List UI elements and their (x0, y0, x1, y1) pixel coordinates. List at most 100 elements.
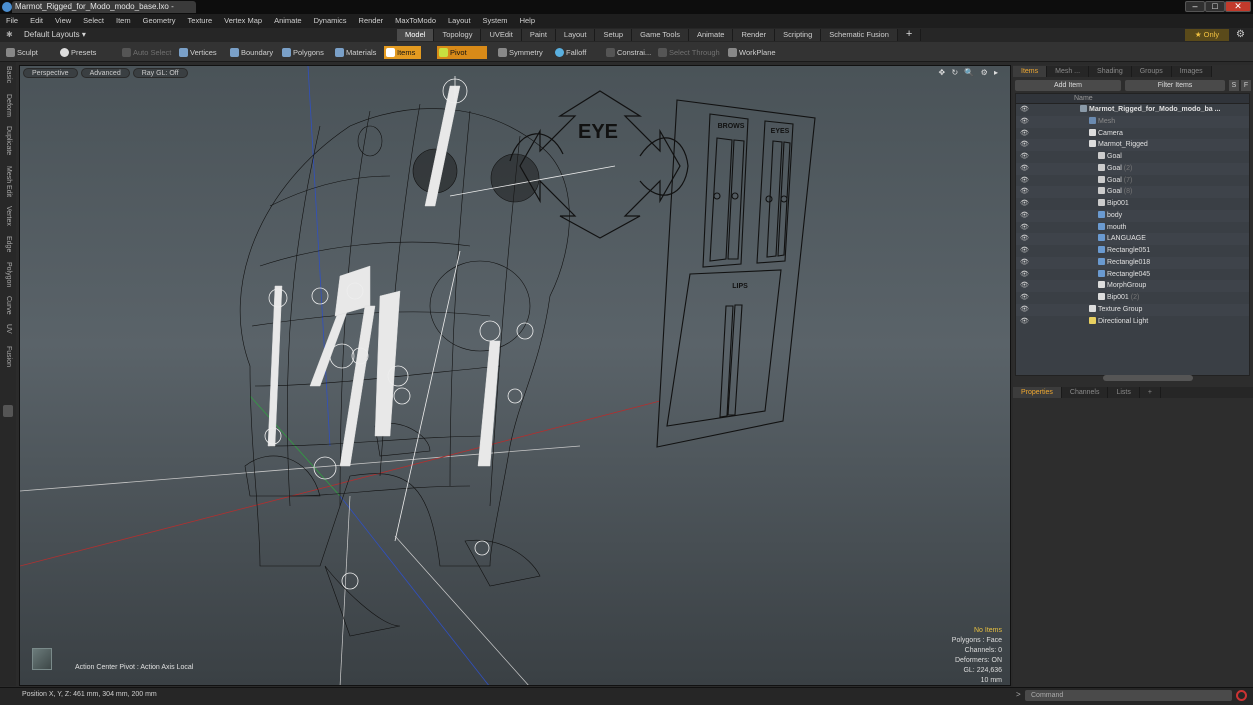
vertices-button[interactable]: Vertices (177, 46, 217, 59)
close-button[interactable]: ✕ (1225, 1, 1251, 12)
view-mode-dropdown[interactable]: Perspective (23, 68, 78, 78)
menu-help[interactable]: Help (514, 14, 541, 28)
tab-mesh-edit[interactable]: Mesh Edit (1, 166, 15, 197)
layout-tab-animate[interactable]: Animate (688, 29, 734, 41)
visibility-eye-icon[interactable]: 👁 (1020, 163, 1029, 175)
visibility-eye-icon[interactable]: 👁 (1020, 175, 1029, 187)
presets-button[interactable]: Presets (58, 46, 96, 59)
constrain-button[interactable]: Constrai... (604, 46, 651, 59)
panel-tab-lists[interactable]: Lists (1108, 387, 1140, 398)
boundary-button[interactable]: Boundary (228, 46, 273, 59)
menu-maxtomodo[interactable]: MaxToModo (389, 14, 442, 28)
add-layout-tab-button[interactable]: + (898, 29, 922, 41)
select-through-button[interactable]: Select Through (656, 46, 720, 59)
menu-file[interactable]: File (0, 14, 24, 28)
add-panel-tab-button[interactable]: + (1139, 387, 1161, 398)
panel-tab-images[interactable]: Images (1171, 66, 1212, 77)
layout-tab-schematic-fusion[interactable]: Schematic Fusion (821, 29, 898, 41)
tab-fusion[interactable]: Fusion (1, 346, 15, 367)
visibility-eye-icon[interactable]: 👁 (1020, 304, 1029, 316)
only-toggle-button[interactable]: ★ Only (1185, 29, 1229, 41)
visibility-eye-icon[interactable]: 👁 (1020, 198, 1029, 210)
visibility-eye-icon[interactable]: 👁 (1020, 316, 1029, 328)
menu-animate[interactable]: Animate (268, 14, 308, 28)
tree-row[interactable]: 👁 Camera (1016, 128, 1249, 140)
visibility-eye-icon[interactable]: 👁 (1020, 128, 1029, 140)
tab-edge[interactable]: Edge (1, 236, 15, 252)
tab-vertex[interactable]: Vertex (1, 206, 15, 226)
f-button[interactable]: F (1241, 80, 1251, 91)
visibility-eye-icon[interactable]: 👁 (1020, 104, 1029, 116)
tree-row[interactable]: 👁 Texture Group (1016, 303, 1249, 316)
tab-basic[interactable]: Basic (1, 66, 15, 83)
menu-item[interactable]: Item (110, 14, 137, 28)
raygl-toggle[interactable]: Ray GL: Off (132, 68, 188, 78)
tree-row[interactable]: 👁 Directional Light (1016, 316, 1249, 328)
layout-tab-render[interactable]: Render (733, 29, 776, 41)
tree-row[interactable]: 👁 body (1016, 209, 1249, 222)
panel-tab-items[interactable]: Items (1013, 66, 1048, 77)
menu-vertex-map[interactable]: Vertex Map (218, 14, 268, 28)
tree-row[interactable]: 👁 Goal (2) (1016, 162, 1249, 175)
auto-select-button[interactable]: Auto Select (120, 46, 171, 59)
pivot-button[interactable]: Pivot (437, 46, 487, 59)
tree-row[interactable]: 👁 Bip001 (1016, 198, 1249, 210)
falloff-button[interactable]: Falloff (553, 46, 586, 59)
filter-items-input[interactable]: Filter Items (1125, 80, 1225, 91)
sculpt-button[interactable]: Sculpt (4, 46, 38, 59)
maximize-button[interactable]: □ (1205, 1, 1225, 12)
tree-row[interactable]: 👁 Bip001 (2) (1016, 292, 1249, 304)
record-icon[interactable] (1236, 690, 1247, 701)
visibility-eye-icon[interactable]: 👁 (1020, 280, 1029, 292)
visibility-eye-icon[interactable]: 👁 (1020, 151, 1029, 163)
tree-row[interactable]: 👁 Goal (7) (1016, 175, 1249, 187)
menu-system[interactable]: System (477, 14, 514, 28)
3d-viewport[interactable]: EYE BROWS EYES LIPS Perspective Advanced… (19, 65, 1011, 686)
items-button[interactable]: Items (384, 46, 422, 59)
visibility-eye-icon[interactable]: 👁 (1020, 116, 1029, 128)
layout-tab-layout[interactable]: Layout (555, 29, 596, 41)
visibility-eye-icon[interactable]: 👁 (1020, 186, 1029, 198)
viewport-nav-icons[interactable]: ✥ ↻ 🔍 ⚙ ▸ (939, 68, 1000, 77)
menu-render[interactable]: Render (353, 14, 390, 28)
menu-view[interactable]: View (49, 14, 77, 28)
visibility-eye-icon[interactable]: 👁 (1020, 269, 1029, 281)
s-button[interactable]: S (1229, 80, 1239, 91)
layout-tab-game-tools[interactable]: Game Tools (632, 29, 689, 41)
item-tree[interactable]: Name 👁 Marmot_Rigged_for_Modo_modo_ba ...… (1015, 93, 1250, 376)
tree-row[interactable]: 👁 Mesh (1016, 115, 1249, 128)
visibility-eye-icon[interactable]: 👁 (1020, 233, 1029, 245)
tab-uv[interactable]: UV (1, 324, 15, 334)
minimize-button[interactable]: – (1185, 1, 1205, 12)
tree-row[interactable]: 👁 Marmot_Rigged (1016, 139, 1249, 151)
tree-row[interactable]: 👁 Rectangle051 (1016, 245, 1249, 257)
tree-row[interactable]: 👁 LANGUAGE (1016, 233, 1249, 245)
panel-tab-shading[interactable]: Shading (1089, 66, 1132, 77)
layout-tab-setup[interactable]: Setup (595, 29, 633, 41)
gear-icon[interactable]: ⚙ (1236, 29, 1245, 40)
menu-texture[interactable]: Texture (182, 14, 219, 28)
tab-duplicate[interactable]: Duplicate (1, 126, 15, 155)
tree-row[interactable]: 👁 Rectangle045 (1016, 269, 1249, 281)
visibility-eye-icon[interactable]: 👁 (1020, 292, 1029, 304)
menu-geometry[interactable]: Geometry (137, 14, 182, 28)
tab-polygon[interactable]: Polygon (1, 262, 15, 287)
panel-tab-properties[interactable]: Properties (1013, 387, 1062, 398)
menu-edit[interactable]: Edit (24, 14, 49, 28)
visibility-eye-icon[interactable]: 👁 (1020, 257, 1029, 269)
layout-tab-scripting[interactable]: Scripting (775, 29, 822, 41)
visibility-eye-icon[interactable]: 👁 (1020, 245, 1029, 257)
panel-grip[interactable] (3, 405, 13, 417)
tree-row[interactable]: 👁 Rectangle018 (1016, 256, 1249, 269)
menu-layout[interactable]: Layout (442, 14, 477, 28)
polygons-button[interactable]: Polygons (280, 46, 324, 59)
tree-row[interactable]: 👁 MorphGroup (1016, 280, 1249, 292)
tab-deform[interactable]: Deform (1, 94, 15, 117)
tree-scrollbar[interactable] (1103, 375, 1193, 381)
layout-tab-uvedit[interactable]: UVEdit (481, 29, 522, 41)
symmetry-button[interactable]: Symmetry (496, 46, 543, 59)
layouts-dropdown[interactable]: Default Layouts ▾ (24, 28, 86, 42)
layout-tab-paint[interactable]: Paint (521, 29, 556, 41)
tree-row[interactable]: 👁 Goal (8) (1016, 186, 1249, 198)
command-input[interactable]: Command (1025, 690, 1232, 701)
